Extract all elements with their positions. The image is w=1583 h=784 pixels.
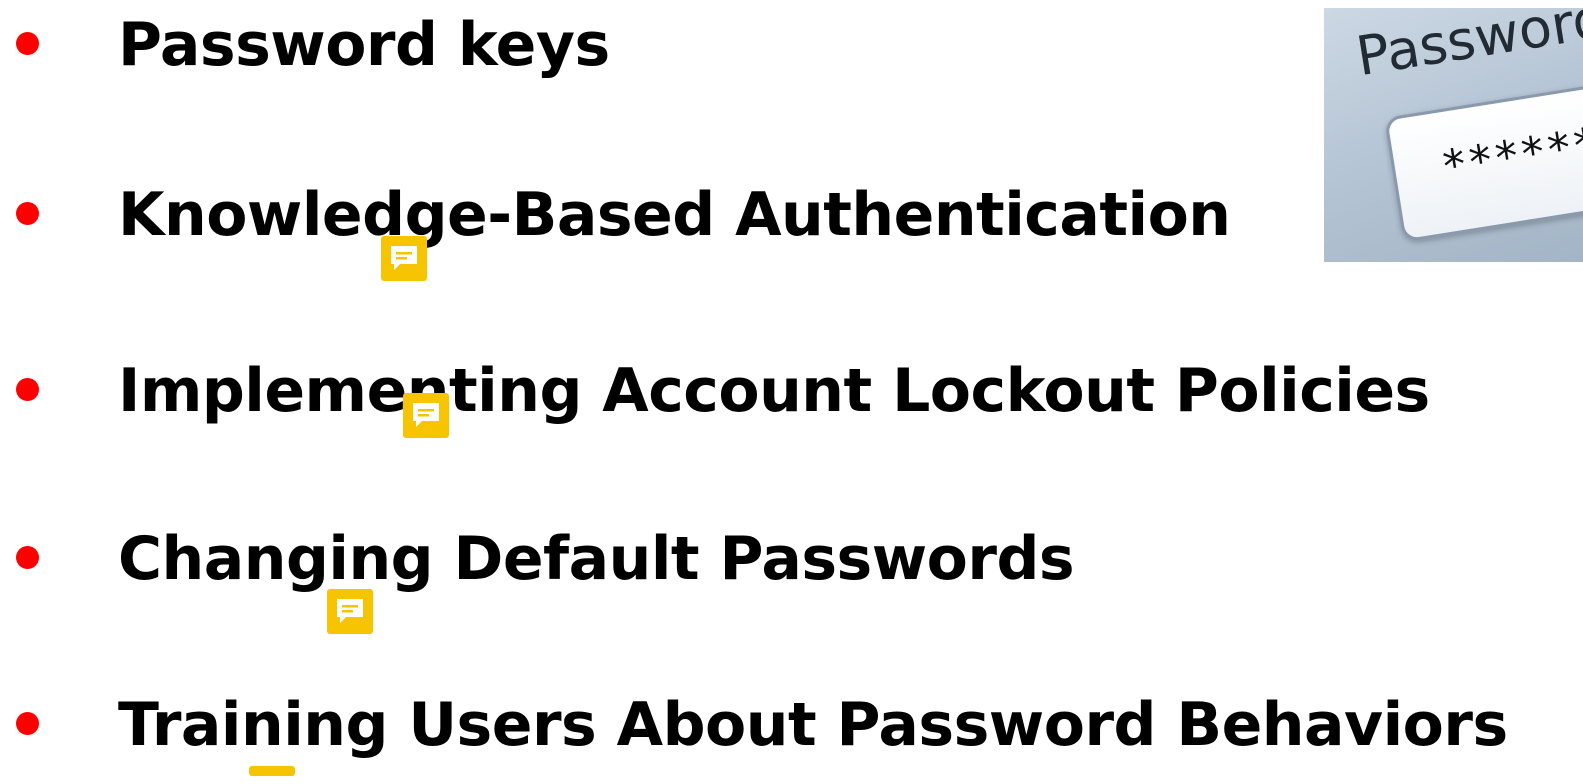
comment-icon[interactable] xyxy=(327,589,373,634)
bullet-item-4: Changing Default Passwords xyxy=(0,518,1583,618)
bullet-dot xyxy=(16,202,39,225)
bullet-dot xyxy=(16,546,39,569)
photo-password-field: ******* xyxy=(1384,76,1583,243)
photo-masked-value: ******* xyxy=(1437,113,1583,194)
bullet-item-3: Implementing Account Lockout Policies xyxy=(0,350,1583,450)
comment-icon-glyph xyxy=(391,246,417,270)
bullet-dot xyxy=(16,712,39,735)
comment-icon[interactable] xyxy=(381,236,427,281)
bullet-text: Password keys xyxy=(118,10,610,80)
password-field-photo: Password ******* xyxy=(1324,8,1583,262)
bullet-text: Changing Default Passwords xyxy=(118,524,1075,594)
bullet-text: Implementing Account Lockout Policies xyxy=(118,356,1430,426)
bullet-text: Knowledge-Based Authentication xyxy=(118,180,1231,250)
comment-icon[interactable] xyxy=(403,393,449,438)
comment-icon-glyph xyxy=(337,599,363,623)
bullet-text: Training Users About Password Behaviors xyxy=(118,690,1508,760)
bullet-dot xyxy=(16,32,39,55)
photo-password-heading: Password xyxy=(1352,8,1583,89)
bullet-dot xyxy=(16,378,39,401)
comment-icon-glyph xyxy=(413,403,439,427)
bullet-item-5: Training Users About Password Behaviors xyxy=(0,684,1583,784)
comment-icon[interactable] xyxy=(249,766,295,776)
